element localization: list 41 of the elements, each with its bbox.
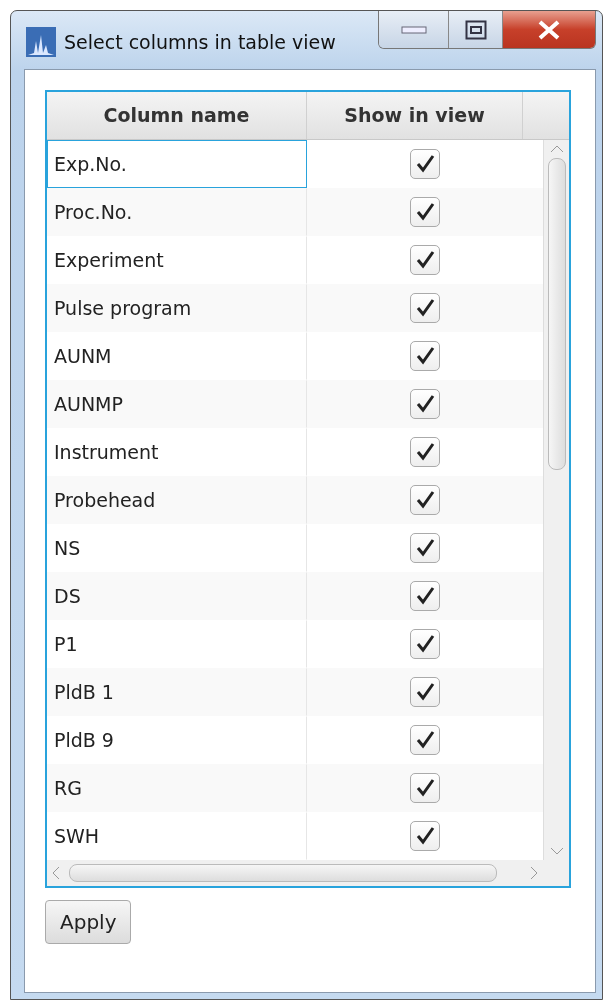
check-icon: [415, 202, 435, 222]
app-icon: [26, 27, 56, 57]
check-icon: [415, 298, 435, 318]
checkbox[interactable]: [410, 581, 440, 611]
close-button[interactable]: [503, 11, 595, 48]
maximize-icon: [464, 19, 487, 40]
maximize-button[interactable]: [449, 11, 503, 48]
checkbox[interactable]: [410, 485, 440, 515]
checkbox[interactable]: [410, 293, 440, 323]
checkbox[interactable]: [410, 389, 440, 419]
checkbox[interactable]: [410, 773, 440, 803]
check-icon: [415, 394, 435, 414]
checkbox[interactable]: [410, 677, 440, 707]
column-header[interactable]: Column name: [47, 92, 307, 139]
check-icon: [415, 346, 435, 366]
check-icon: [415, 634, 435, 654]
apply-button[interactable]: Apply: [45, 900, 132, 944]
checkbox[interactable]: [410, 437, 440, 467]
checkbox[interactable]: [410, 197, 440, 227]
checkbox[interactable]: [410, 149, 440, 179]
check-icon: [415, 538, 435, 558]
checkbox[interactable]: [410, 245, 440, 275]
checkbox[interactable]: [410, 821, 440, 851]
check-icon: [415, 730, 435, 750]
checkbox[interactable]: [410, 533, 440, 563]
checkbox[interactable]: [410, 341, 440, 371]
checkbox[interactable]: [410, 725, 440, 755]
check-icon: [415, 250, 435, 270]
check-icon: [415, 682, 435, 702]
check-icon: [415, 490, 435, 510]
window-title: Select columns in table view: [64, 29, 336, 55]
close-icon: [537, 19, 561, 40]
column-header[interactable]: Show in view: [307, 92, 523, 139]
checkbox[interactable]: [410, 629, 440, 659]
check-icon: [415, 154, 435, 174]
minimize-icon: [400, 25, 427, 34]
table-cell[interactable]: Exp.No.: [47, 140, 307, 188]
check-icon: [415, 826, 435, 846]
check-icon: [415, 586, 435, 606]
check-icon: [415, 442, 435, 462]
check-icon: [415, 778, 435, 798]
